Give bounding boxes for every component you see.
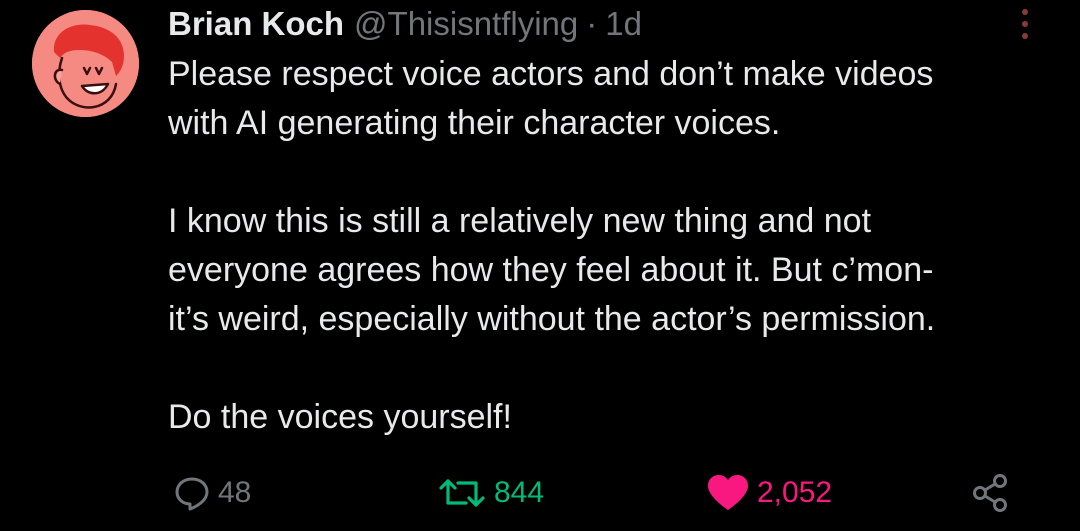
tweet-actions: 48 844 2,052 bbox=[0, 468, 1080, 518]
tweet-timestamp[interactable]: 1d bbox=[605, 5, 642, 43]
author-display-name[interactable]: Brian Koch bbox=[168, 5, 344, 43]
tweet-text: Please respect voice actors and don’t ma… bbox=[168, 50, 1048, 442]
author-handle[interactable]: @Thisisntflying bbox=[354, 5, 578, 43]
tweet-card[interactable]: Brian Koch @Thisisntflying · 1d Please r… bbox=[0, 0, 1080, 531]
retweet-arrows-icon bbox=[436, 473, 488, 513]
avatar-illustration bbox=[32, 10, 139, 117]
header-separator: · bbox=[586, 5, 598, 42]
avatar[interactable] bbox=[32, 10, 139, 117]
more-dot bbox=[1022, 21, 1028, 27]
share-button[interactable] bbox=[970, 468, 1012, 518]
tweet-header: Brian Koch @Thisisntflying · 1d bbox=[168, 4, 642, 44]
tweet-paragraph: I know this is still a relatively new th… bbox=[168, 202, 936, 338]
retweet-button[interactable]: 844 bbox=[436, 468, 544, 518]
tweet-paragraph: Please respect voice actors and don’t ma… bbox=[168, 55, 934, 142]
more-dot bbox=[1022, 33, 1028, 39]
more-options-button[interactable] bbox=[1014, 6, 1036, 42]
heart-icon bbox=[705, 473, 751, 513]
tweet-paragraph: Do the voices yourself! bbox=[168, 398, 512, 436]
like-button[interactable]: 2,052 bbox=[705, 468, 832, 518]
reply-count: 48 bbox=[218, 476, 252, 509]
reply-button[interactable]: 48 bbox=[172, 468, 251, 518]
retweet-count: 844 bbox=[494, 476, 545, 509]
share-nodes-icon bbox=[970, 472, 1012, 514]
more-dot bbox=[1022, 9, 1028, 15]
speech-bubble-icon bbox=[172, 473, 212, 513]
like-count: 2,052 bbox=[757, 476, 833, 509]
